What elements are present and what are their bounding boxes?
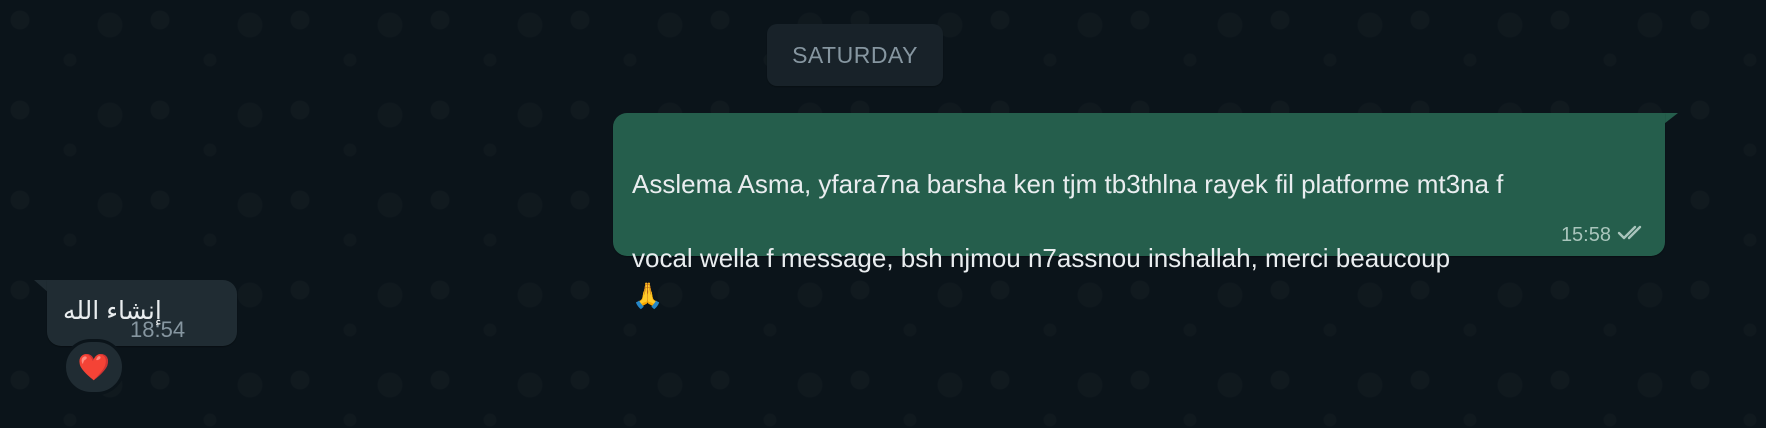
incoming-message-time: 18:54 [130,317,186,342]
outgoing-message-line-1: Asslema Asma, yfara7na barsha ken tjm tb… [632,169,1504,199]
outgoing-message-meta: 15:58 [1561,222,1651,248]
heart-reaction[interactable]: ❤️ [63,339,125,395]
outgoing-message-time: 15:58 [1560,223,1611,246]
outgoing-message-line-2: vocal wella f message, bsh njmou n7assno… [632,243,1451,273]
folded-hands-emoji: 🙏 [632,282,664,310]
date-separator: SATURDAY [767,24,943,86]
outgoing-message-text: Asslema Asma, yfara7na barsha ken tjm tb… [632,129,1645,315]
outgoing-message-bubble[interactable]: Asslema Asma, yfara7na barsha ken tjm tb… [613,113,1665,310]
heart-icon: ❤️ [77,351,111,382]
double-check-icon [1617,222,1651,248]
